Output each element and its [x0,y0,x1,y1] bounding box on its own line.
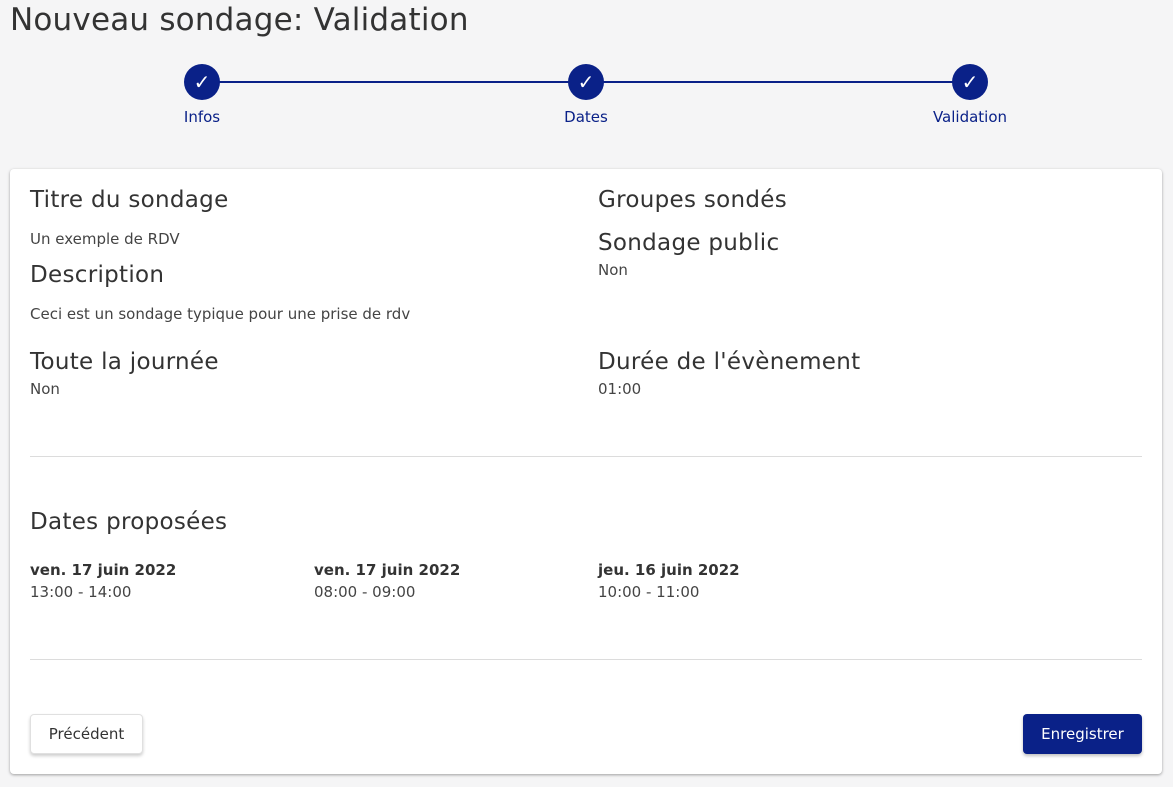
public-value: Non [598,261,628,279]
previous-button[interactable]: Précédent [30,714,143,754]
public-heading: Sondage public [598,230,780,256]
step-label: Validation [932,108,1008,126]
duration-heading: Durée de l'évènement [598,349,861,375]
groups-heading: Groupes sondés [598,187,788,213]
dates-heading: Dates proposées [30,509,228,535]
step-dates[interactable]: ✓ Dates [526,64,646,126]
step-validation[interactable]: ✓ Validation [910,64,1030,126]
date-day: jeu. 16 juin 2022 [598,561,740,579]
save-button[interactable]: Enregistrer [1023,714,1142,754]
step-infos[interactable]: ✓ Infos [142,64,262,126]
date-time: 13:00 - 14:00 [30,583,132,601]
check-icon: ✓ [568,64,604,100]
page-title: Nouveau sondage: Validation [10,2,469,38]
date-day: ven. 17 juin 2022 [314,561,461,579]
divider [30,659,1142,660]
date-time: 10:00 - 11:00 [598,583,700,601]
duration-value: 01:00 [598,380,642,398]
poll-title-value: Un exemple de RDV [30,230,180,248]
description-value: Ceci est un sondage typique pour une pri… [30,305,411,323]
step-label: Infos [183,108,221,126]
stepper: ✓ Infos ✓ Dates ✓ Validation [0,64,1173,134]
divider [30,456,1142,457]
all-day-heading: Toute la journée [30,349,219,375]
poll-title-heading: Titre du sondage [30,187,229,213]
date-day: ven. 17 juin 2022 [30,561,177,579]
check-icon: ✓ [952,64,988,100]
check-icon: ✓ [184,64,220,100]
all-day-value: Non [30,380,60,398]
date-time: 08:00 - 09:00 [314,583,416,601]
description-heading: Description [30,262,165,288]
summary-card: Titre du sondage Un exemple de RDV Descr… [10,169,1162,774]
step-label: Dates [564,108,608,126]
